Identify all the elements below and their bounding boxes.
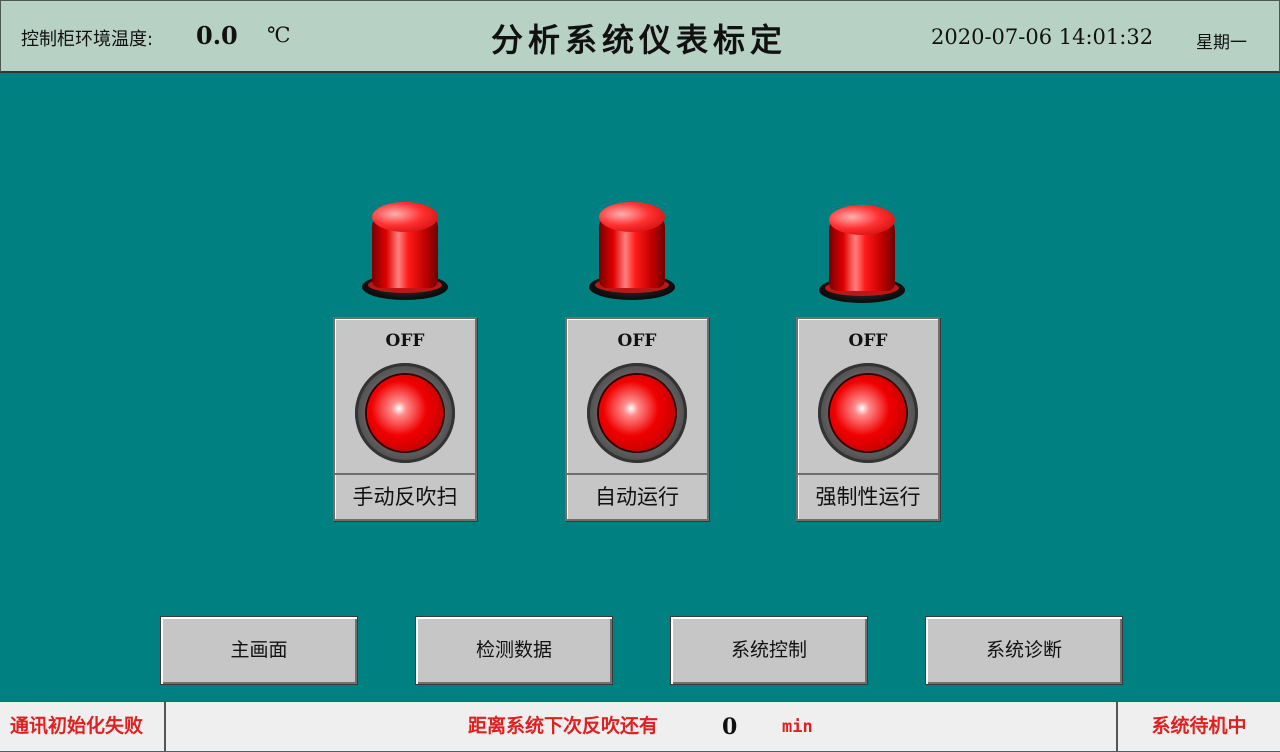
weekday-display: 星期一 [1196, 33, 1247, 53]
manual-purge-button-bezel [355, 363, 455, 463]
cabinet-temp-value: 0.0 [196, 21, 238, 50]
auto-run-state: OFF [617, 331, 657, 351]
datetime-display: 2020-07-06 14:01:32 [931, 25, 1154, 49]
forced-run-control: OFF 强制性运行 [796, 317, 940, 521]
countdown-value: 0 [722, 714, 738, 740]
countdown-label: 距离系统下次反吹还有 [468, 715, 659, 737]
auto-run-button[interactable] [599, 375, 675, 451]
system-control-button[interactable]: 系统控制 [671, 617, 867, 684]
countdown-unit: min [782, 717, 813, 737]
manual-purge-state: OFF [385, 331, 425, 351]
detection-data-button[interactable]: 检测数据 [416, 617, 612, 684]
auto-run-button-bezel [587, 363, 687, 463]
page-title: 分析系统仪表标定 [491, 21, 788, 59]
comm-status: 通讯初始化失败 [0, 702, 166, 751]
forced-run-state: OFF [848, 331, 888, 351]
system-diagnosis-button[interactable]: 系统诊断 [926, 617, 1122, 684]
forced-run-button-bezel [818, 363, 918, 463]
main-screen-button[interactable]: 主画面 [161, 617, 357, 684]
header-bar: 控制柜环境温度: 0.0 ℃ 分析系统仪表标定 2020-07-06 14:01… [0, 0, 1280, 73]
forced-run-button[interactable] [830, 375, 906, 451]
manual-purge-button[interactable] [367, 375, 443, 451]
cabinet-temp-label: 控制柜环境温度: [21, 29, 154, 50]
forced-run-beacon-icon [817, 203, 907, 303]
auto-run-control: OFF 自动运行 [565, 317, 709, 521]
forced-run-label: 强制性运行 [798, 473, 938, 519]
manual-purge-label: 手动反吹扫 [335, 473, 475, 519]
cabinet-temp-unit: ℃ [267, 23, 291, 47]
system-state: 系统待机中 [1116, 702, 1280, 751]
auto-run-label: 自动运行 [567, 473, 707, 519]
status-bar: 通讯初始化失败 距离系统下次反吹还有 0 min 系统待机中 [0, 701, 1280, 751]
manual-purge-control: OFF 手动反吹扫 [333, 317, 477, 521]
auto-run-beacon-icon [587, 200, 677, 300]
manual-purge-beacon-icon [360, 200, 450, 300]
